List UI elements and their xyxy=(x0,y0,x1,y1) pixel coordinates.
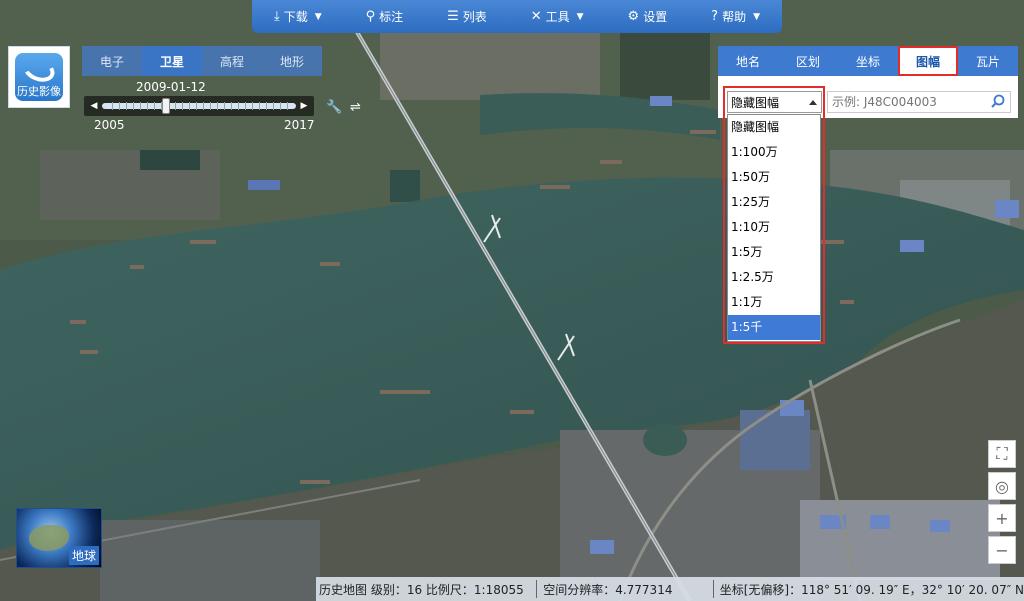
dropdown-option[interactable]: 1:10万 xyxy=(728,215,820,240)
app-logo: 历史影像 xyxy=(8,46,70,108)
list-label: 列表 xyxy=(462,10,487,24)
tab-tile[interactable]: 瓦片 xyxy=(958,46,1018,76)
help-label: 帮助 xyxy=(722,10,747,24)
annotate-button[interactable]: ⚲ 标注 xyxy=(366,8,404,25)
scale-dropdown-list: 隐藏图幅 1:100万 1:50万 1:25万 1:10万 1:5万 1:2.5… xyxy=(727,114,821,342)
status-coordinates: 坐标[无偏移]：118° 51′ 09. 19″ E，32° 10′ 20. 0… xyxy=(719,582,1024,597)
logo-label: 历史影像 xyxy=(17,85,61,98)
help-icon: ? xyxy=(711,9,719,24)
globe-label: 地球 xyxy=(68,546,99,565)
chevron-up-icon xyxy=(809,100,817,105)
dropdown-option-highlighted[interactable]: 1:5千 xyxy=(728,315,820,340)
zoom-out-icon: − xyxy=(995,540,1009,560)
list-icon: ☰ xyxy=(447,9,459,24)
status-divider xyxy=(712,580,714,598)
timeline-current-date: 2009-01-12 xyxy=(136,80,206,94)
gear-icon: ⚙ xyxy=(627,9,640,24)
globe-view-button[interactable]: 地球 xyxy=(16,508,102,568)
dropdown-option[interactable]: 1:25万 xyxy=(728,190,820,215)
scale-select-value: 隐藏图幅 xyxy=(731,95,780,110)
scale-select[interactable]: 隐藏图幅 xyxy=(727,91,822,113)
dropdown-option[interactable]: 隐藏图幅 xyxy=(728,115,820,140)
tab-map-sheet[interactable]: 图幅 xyxy=(898,46,958,76)
fullscreen-icon: ⛶ xyxy=(996,444,1008,463)
fullscreen-button[interactable]: ⛶ xyxy=(988,440,1016,468)
timeline-end-year: 2017 xyxy=(284,118,315,132)
tab-district[interactable]: 区划 xyxy=(778,46,838,76)
timeline-handle[interactable] xyxy=(162,98,171,114)
tab-placename[interactable]: 地名 xyxy=(718,46,778,76)
status-map-info: 历史地图 级别：16 比例尺：1:18055 xyxy=(319,582,524,597)
download-button[interactable]: ⤓ 下载 ▼ xyxy=(274,8,322,25)
zoom-out-button[interactable]: − xyxy=(988,536,1016,564)
chevron-down-icon: ▼ xyxy=(753,11,760,22)
swap-icon[interactable]: ⇌ xyxy=(350,100,361,115)
map-sheet-search-input[interactable] xyxy=(827,91,1011,113)
search-panel: 地名 区划 坐标 图幅 瓦片 隐藏图幅 xyxy=(718,46,1018,118)
dropdown-option[interactable]: 1:100万 xyxy=(728,140,820,165)
globe-land-shape xyxy=(29,525,69,551)
settings-button[interactable]: ⚙ 设置 xyxy=(628,8,668,25)
annotate-label: 标注 xyxy=(379,10,404,24)
tools-icon: ✕ xyxy=(530,9,542,24)
locate-icon: ◎ xyxy=(995,476,1009,496)
timeline-slider[interactable]: ◀ ▶ xyxy=(84,96,314,116)
wrench-icon[interactable]: 🔧 xyxy=(326,100,342,115)
search-icon[interactable] xyxy=(991,94,1005,108)
tools-label: 工具 xyxy=(545,10,570,24)
dropdown-option[interactable]: 1:50万 xyxy=(728,165,820,190)
logo-swoosh-icon xyxy=(20,54,58,86)
status-resolution: 空间分辨率：4.777314 xyxy=(543,582,673,597)
dropdown-option[interactable]: 1:2.5万 xyxy=(728,265,820,290)
tab-coordinate[interactable]: 坐标 xyxy=(838,46,898,76)
dropdown-option[interactable]: 1:5万 xyxy=(728,240,820,265)
locate-button[interactable]: ◎ xyxy=(988,472,1016,500)
timeline-start-year: 2005 xyxy=(94,118,125,132)
zoom-in-icon: + xyxy=(995,508,1009,528)
zoom-in-button[interactable]: + xyxy=(988,504,1016,532)
status-divider xyxy=(536,580,538,598)
tab-satellite[interactable]: 卫星 xyxy=(142,46,202,76)
chevron-down-icon: ▼ xyxy=(576,11,584,22)
map-type-tabs: 电子 卫星 高程 地形 xyxy=(82,46,322,76)
tab-terrain[interactable]: 地形 xyxy=(262,46,322,76)
chevron-down-icon: ▼ xyxy=(314,11,322,22)
help-button[interactable]: ? 帮助 ▼ xyxy=(711,8,760,25)
timeline-next-icon[interactable]: ▶ xyxy=(298,99,310,113)
list-button[interactable]: ☰ 列表 xyxy=(447,8,487,25)
download-icon: ⤓ xyxy=(273,9,280,24)
search-panel-tabs: 地名 区划 坐标 图幅 瓦片 xyxy=(718,46,1018,76)
logo-mark: 历史影像 xyxy=(15,53,63,101)
timeline-prev-icon[interactable]: ◀ xyxy=(88,99,100,113)
pin-icon: ⚲ xyxy=(365,9,376,24)
tab-elevation[interactable]: 高程 xyxy=(202,46,262,76)
tab-electronic[interactable]: 电子 xyxy=(82,46,142,76)
main-toolbar: ⤓ 下载 ▼ ⚲ 标注 ☰ 列表 ✕ 工具 ▼ ⚙ 设置 ? 帮助 ▼ xyxy=(252,0,782,33)
tools-button[interactable]: ✕ 工具 ▼ xyxy=(531,8,584,25)
dropdown-option[interactable]: 1:1万 xyxy=(728,290,820,315)
download-label: 下载 xyxy=(283,10,308,24)
timeline-ticks xyxy=(106,102,292,110)
settings-label: 设置 xyxy=(643,10,668,24)
status-bar: 历史地图 级别：16 比例尺：1:18055 空间分辨率：4.777314 坐标… xyxy=(316,577,1024,601)
